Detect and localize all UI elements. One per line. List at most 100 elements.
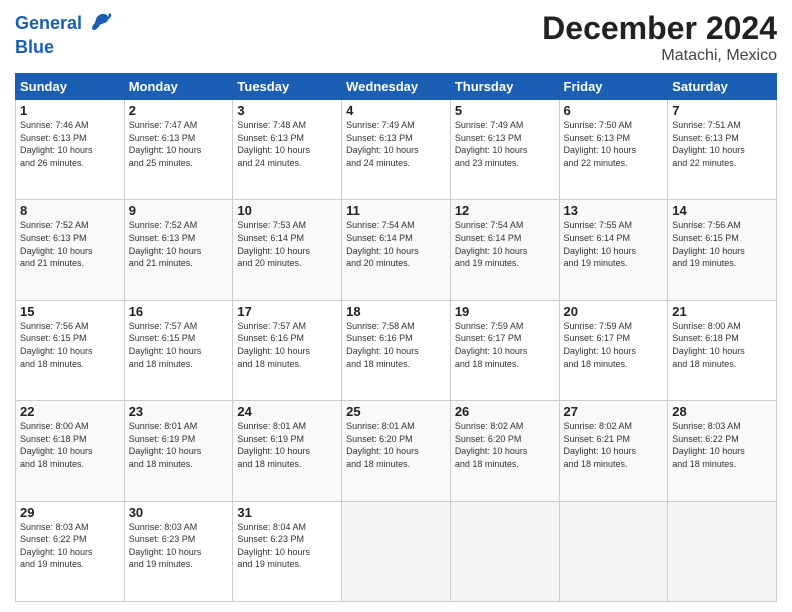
day-cell: 11Sunrise: 7:54 AM Sunset: 6:14 PM Dayli… [342,200,451,300]
day-cell: 2Sunrise: 7:47 AM Sunset: 6:13 PM Daylig… [124,100,233,200]
day-cell: 28Sunrise: 8:03 AM Sunset: 6:22 PM Dayli… [668,401,777,501]
day-info: Sunrise: 7:48 AM Sunset: 6:13 PM Dayligh… [237,119,337,169]
day-cell: 19Sunrise: 7:59 AM Sunset: 6:17 PM Dayli… [450,300,559,400]
day-number: 17 [237,304,337,319]
day-info: Sunrise: 7:55 AM Sunset: 6:14 PM Dayligh… [564,219,664,269]
day-cell: 31Sunrise: 8:04 AM Sunset: 6:23 PM Dayli… [233,501,342,601]
day-number: 13 [564,203,664,218]
day-cell: 20Sunrise: 7:59 AM Sunset: 6:17 PM Dayli… [559,300,668,400]
header-sunday: Sunday [16,74,125,100]
week-row-2: 8Sunrise: 7:52 AM Sunset: 6:13 PM Daylig… [16,200,777,300]
logo-subtext: Blue [15,38,54,58]
day-number: 5 [455,103,555,118]
week-row-1: 1Sunrise: 7:46 AM Sunset: 6:13 PM Daylig… [16,100,777,200]
day-info: Sunrise: 8:01 AM Sunset: 6:19 PM Dayligh… [129,420,229,470]
logo-bird-icon [84,10,112,38]
page: General Blue December 2024 Matachi, Mexi… [0,0,792,612]
header-monday: Monday [124,74,233,100]
calendar-body: 1Sunrise: 7:46 AM Sunset: 6:13 PM Daylig… [16,100,777,602]
day-info: Sunrise: 7:57 AM Sunset: 6:15 PM Dayligh… [129,320,229,370]
day-cell: 27Sunrise: 8:02 AM Sunset: 6:21 PM Dayli… [559,401,668,501]
day-info: Sunrise: 8:00 AM Sunset: 6:18 PM Dayligh… [20,420,120,470]
day-number: 29 [20,505,120,520]
day-cell: 1Sunrise: 7:46 AM Sunset: 6:13 PM Daylig… [16,100,125,200]
day-number: 7 [672,103,772,118]
day-cell: 23Sunrise: 8:01 AM Sunset: 6:19 PM Dayli… [124,401,233,501]
day-number: 9 [129,203,229,218]
day-number: 25 [346,404,446,419]
day-number: 6 [564,103,664,118]
day-info: Sunrise: 7:57 AM Sunset: 6:16 PM Dayligh… [237,320,337,370]
day-number: 31 [237,505,337,520]
day-number: 24 [237,404,337,419]
day-cell: 25Sunrise: 8:01 AM Sunset: 6:20 PM Dayli… [342,401,451,501]
day-info: Sunrise: 8:02 AM Sunset: 6:21 PM Dayligh… [564,420,664,470]
day-number: 20 [564,304,664,319]
day-cell: 3Sunrise: 7:48 AM Sunset: 6:13 PM Daylig… [233,100,342,200]
day-info: Sunrise: 7:50 AM Sunset: 6:13 PM Dayligh… [564,119,664,169]
logo-text: General [15,14,82,34]
day-info: Sunrise: 7:49 AM Sunset: 6:13 PM Dayligh… [455,119,555,169]
day-number: 1 [20,103,120,118]
day-number: 8 [20,203,120,218]
day-cell: 22Sunrise: 8:00 AM Sunset: 6:18 PM Dayli… [16,401,125,501]
day-number: 28 [672,404,772,419]
day-info: Sunrise: 8:01 AM Sunset: 6:20 PM Dayligh… [346,420,446,470]
day-info: Sunrise: 7:51 AM Sunset: 6:13 PM Dayligh… [672,119,772,169]
header-wednesday: Wednesday [342,74,451,100]
header-thursday: Thursday [450,74,559,100]
day-number: 10 [237,203,337,218]
day-number: 30 [129,505,229,520]
day-cell: 26Sunrise: 8:02 AM Sunset: 6:20 PM Dayli… [450,401,559,501]
day-info: Sunrise: 7:56 AM Sunset: 6:15 PM Dayligh… [672,219,772,269]
day-cell: 7Sunrise: 7:51 AM Sunset: 6:13 PM Daylig… [668,100,777,200]
day-info: Sunrise: 7:58 AM Sunset: 6:16 PM Dayligh… [346,320,446,370]
day-info: Sunrise: 7:54 AM Sunset: 6:14 PM Dayligh… [455,219,555,269]
week-row-5: 29Sunrise: 8:03 AM Sunset: 6:22 PM Dayli… [16,501,777,601]
day-cell: 13Sunrise: 7:55 AM Sunset: 6:14 PM Dayli… [559,200,668,300]
day-number: 18 [346,304,446,319]
day-cell: 16Sunrise: 7:57 AM Sunset: 6:15 PM Dayli… [124,300,233,400]
day-info: Sunrise: 8:01 AM Sunset: 6:19 PM Dayligh… [237,420,337,470]
day-cell: 6Sunrise: 7:50 AM Sunset: 6:13 PM Daylig… [559,100,668,200]
day-cell: 4Sunrise: 7:49 AM Sunset: 6:13 PM Daylig… [342,100,451,200]
day-cell [342,501,451,601]
day-number: 23 [129,404,229,419]
day-cell: 21Sunrise: 8:00 AM Sunset: 6:18 PM Dayli… [668,300,777,400]
day-number: 27 [564,404,664,419]
day-info: Sunrise: 7:49 AM Sunset: 6:13 PM Dayligh… [346,119,446,169]
day-cell: 30Sunrise: 8:03 AM Sunset: 6:23 PM Dayli… [124,501,233,601]
day-info: Sunrise: 8:03 AM Sunset: 6:22 PM Dayligh… [672,420,772,470]
day-info: Sunrise: 8:03 AM Sunset: 6:23 PM Dayligh… [129,521,229,571]
calendar-header: SundayMondayTuesdayWednesdayThursdayFrid… [16,74,777,100]
day-info: Sunrise: 8:00 AM Sunset: 6:18 PM Dayligh… [672,320,772,370]
day-info: Sunrise: 8:03 AM Sunset: 6:22 PM Dayligh… [20,521,120,571]
day-cell: 24Sunrise: 8:01 AM Sunset: 6:19 PM Dayli… [233,401,342,501]
day-number: 21 [672,304,772,319]
day-number: 3 [237,103,337,118]
day-info: Sunrise: 7:53 AM Sunset: 6:14 PM Dayligh… [237,219,337,269]
calendar-table: SundayMondayTuesdayWednesdayThursdayFrid… [15,73,777,602]
header-saturday: Saturday [668,74,777,100]
location-title: Matachi, Mexico [542,47,777,65]
day-info: Sunrise: 7:52 AM Sunset: 6:13 PM Dayligh… [20,219,120,269]
header-tuesday: Tuesday [233,74,342,100]
day-number: 4 [346,103,446,118]
day-number: 22 [20,404,120,419]
day-cell: 17Sunrise: 7:57 AM Sunset: 6:16 PM Dayli… [233,300,342,400]
day-number: 15 [20,304,120,319]
day-info: Sunrise: 8:04 AM Sunset: 6:23 PM Dayligh… [237,521,337,571]
day-number: 16 [129,304,229,319]
day-cell: 14Sunrise: 7:56 AM Sunset: 6:15 PM Dayli… [668,200,777,300]
logo: General Blue [15,10,112,58]
day-info: Sunrise: 7:59 AM Sunset: 6:17 PM Dayligh… [564,320,664,370]
title-block: December 2024 Matachi, Mexico [542,10,777,65]
day-cell [450,501,559,601]
day-number: 2 [129,103,229,118]
day-info: Sunrise: 7:56 AM Sunset: 6:15 PM Dayligh… [20,320,120,370]
day-info: Sunrise: 7:46 AM Sunset: 6:13 PM Dayligh… [20,119,120,169]
header: General Blue December 2024 Matachi, Mexi… [15,10,777,65]
day-number: 12 [455,203,555,218]
day-info: Sunrise: 7:54 AM Sunset: 6:14 PM Dayligh… [346,219,446,269]
day-cell: 12Sunrise: 7:54 AM Sunset: 6:14 PM Dayli… [450,200,559,300]
